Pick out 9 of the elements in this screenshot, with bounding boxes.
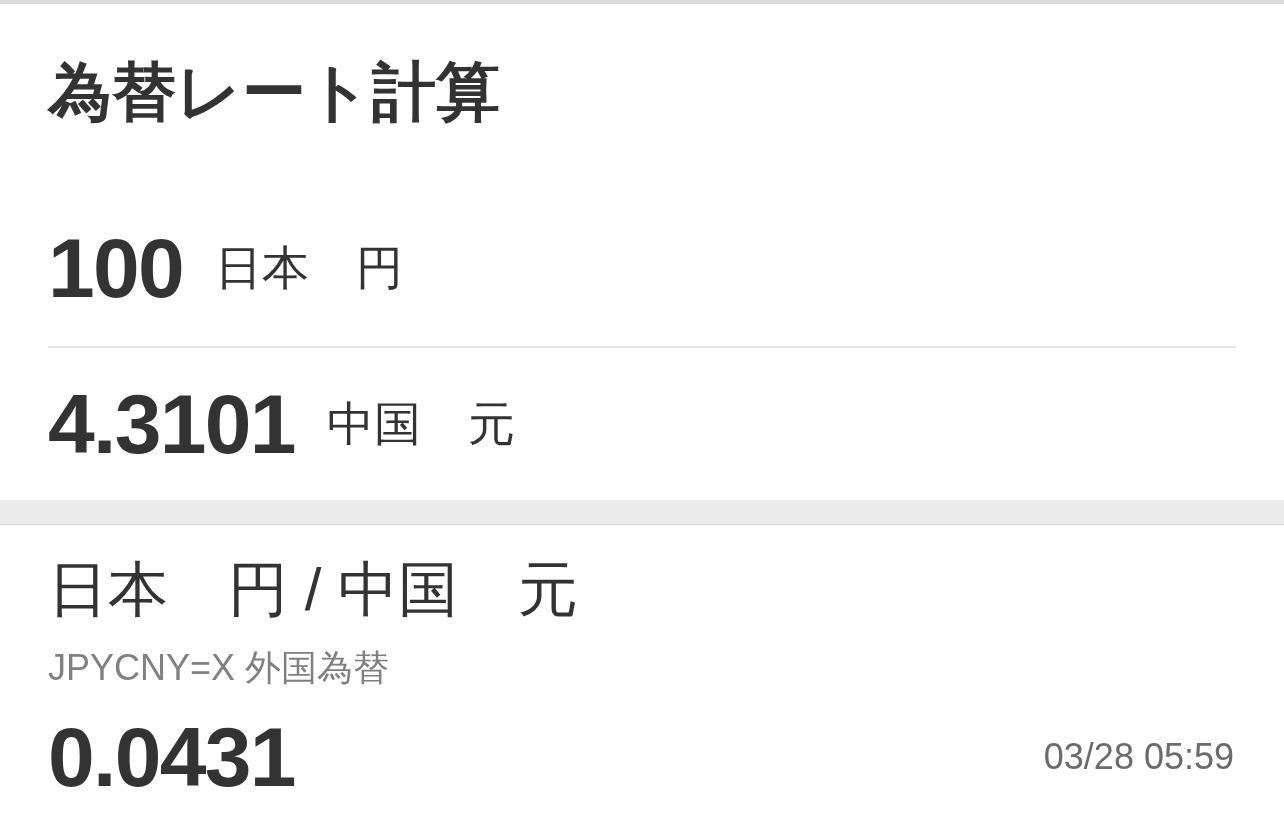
amount-text: 100 xyxy=(48,225,184,310)
currency-pair-title: 日本 円 / 中国 元 xyxy=(48,554,578,625)
amount-text: 4.3101 xyxy=(48,381,295,466)
page-title: 為替レート計算 xyxy=(48,55,500,130)
ticker-label: JPYCNY=X 外国為替 xyxy=(48,645,390,689)
exchange-rate-value: 0.0431 xyxy=(48,715,295,799)
currency-label: 日本 円 xyxy=(215,239,404,296)
timestamp: 03/28 05:59 xyxy=(1043,735,1234,779)
currency-label: 中国 元 xyxy=(326,395,515,452)
